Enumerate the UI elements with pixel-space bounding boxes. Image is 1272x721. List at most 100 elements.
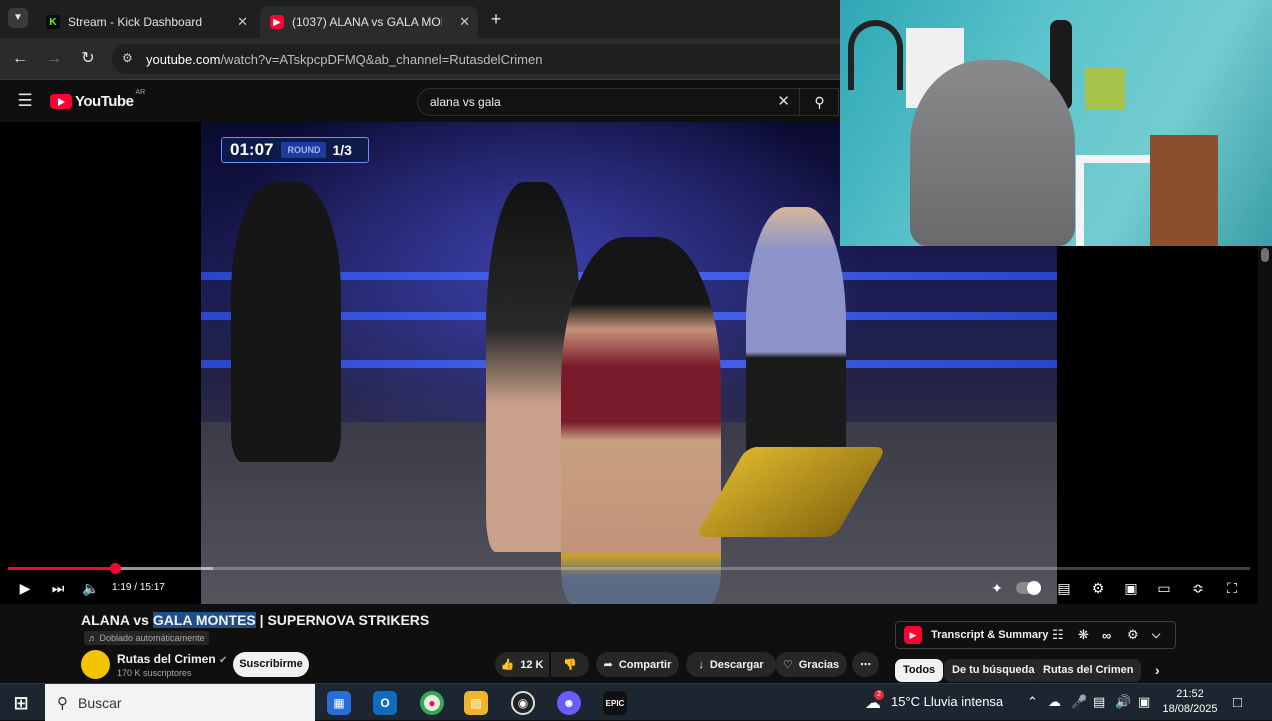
kick-logo-icon: K: [46, 15, 60, 29]
duration: 15:17: [139, 582, 165, 593]
share-button[interactable]: ➦ Compartir: [596, 652, 679, 677]
weather-text[interactable]: 15°C Lluvia intensa: [891, 694, 1003, 709]
epic-games-icon[interactable]: EPIC: [603, 691, 627, 715]
fullscreen-icon[interactable]: ⛶: [1222, 578, 1242, 598]
auto-dubbed-badge: ♬ Doblado automáticamente: [84, 631, 209, 645]
tab-search-chevron-icon[interactable]: ▼: [8, 8, 28, 28]
progress-bar[interactable]: [8, 563, 1250, 574]
chip-all[interactable]: Todos: [895, 659, 944, 682]
scrollbar-thumb[interactable]: [1261, 248, 1269, 262]
expand-chevron-icon[interactable]: ⌵: [1152, 629, 1160, 642]
youtube-wordmark: YouTube: [75, 93, 134, 110]
autoplay-toggle[interactable]: [1016, 581, 1041, 595]
channel-name[interactable]: Rutas del Crimen ✔: [117, 652, 227, 666]
subtitles-icon[interactable]: ▤: [1054, 578, 1074, 598]
chrome-icon[interactable]: ●: [420, 691, 444, 715]
download-arrow-icon: ↓: [698, 658, 704, 671]
tab-kick-dashboard[interactable]: K Stream - Kick Dashboard ✕: [36, 6, 256, 38]
search-magnifier-icon: ⚲: [57, 694, 68, 712]
round-count: 1/3: [332, 142, 352, 158]
extension-settings-icon[interactable]: ⚙: [1127, 627, 1139, 643]
video-title-highlight: GALA MONTES: [152, 612, 256, 628]
more-dots-icon: ⋯: [860, 659, 871, 671]
video-title: ALANA vs GALA MONTES | SUPERNOVA STRIKER…: [81, 612, 429, 628]
thanks-label: Gracias: [798, 658, 840, 671]
forward-arrow-icon[interactable]: →: [43, 48, 65, 70]
reload-icon[interactable]: ↻: [77, 48, 99, 70]
miniplayer-icon[interactable]: ▣: [1121, 578, 1141, 598]
next-video-icon[interactable]: ⏭: [48, 578, 68, 598]
taskbar-clock[interactable]: 21:52 18/08/2025: [1160, 687, 1220, 717]
round-clock: 01:07: [230, 140, 274, 159]
taskbar-search-input[interactable]: ⚲ Buscar: [45, 684, 315, 721]
file-explorer-icon[interactable]: ▧: [464, 691, 488, 715]
chip-channel[interactable]: Rutas del Crimen: [1035, 659, 1142, 682]
thanks-button[interactable]: ♡ Gracias: [775, 652, 847, 677]
cast-icon[interactable]: ≎: [1188, 578, 1208, 598]
back-arrow-icon[interactable]: ←: [9, 48, 31, 70]
discord-icon[interactable]: ☻: [557, 691, 581, 715]
download-button[interactable]: ↓ Descargar: [686, 652, 776, 677]
obs-icon[interactable]: ◉: [511, 691, 535, 715]
download-label: Descargar: [709, 658, 764, 671]
outlook-icon[interactable]: O: [373, 691, 397, 715]
search-magnifier-icon[interactable]: ⚲: [799, 88, 839, 116]
play-icon[interactable]: ▶: [15, 578, 35, 598]
url-path: /watch?v=ATskpcpDFMQ&ab_channel=Rutasdel…: [220, 51, 543, 67]
volume-icon[interactable]: 🔈: [81, 578, 101, 598]
youtube-home-logo[interactable]: YouTube AR: [50, 89, 145, 110]
like-button[interactable]: 👍 12 K: [495, 652, 549, 677]
menu-hamburger-icon[interactable]: ☰: [14, 90, 36, 112]
headphones-figure: [848, 20, 903, 90]
like-count: 12 K: [520, 658, 544, 671]
speaker-icon[interactable]: 🔊: [1115, 694, 1131, 710]
sparkle-ai-icon[interactable]: ✦: [987, 578, 1007, 598]
subscribe-button[interactable]: Suscribirme: [233, 652, 309, 677]
url-host: youtube.com: [146, 51, 221, 67]
onedrive-icon[interactable]: ☁: [1048, 694, 1061, 710]
page-scrollbar[interactable]: [1258, 246, 1272, 680]
channel-avatar[interactable]: [81, 650, 110, 679]
tray-expand-icon[interactable]: ⌃: [1027, 694, 1038, 710]
youtube-play-logo-icon: [50, 94, 72, 109]
search-query: alana vs gala: [430, 95, 501, 109]
subscriber-count: 170 K suscriptores: [117, 668, 192, 678]
fight-scoreboard: 01:07 ROUND 1/3: [221, 137, 369, 163]
site-settings-icon[interactable]: ⚙: [122, 51, 133, 65]
streamer-webcam-overlay: [840, 0, 1272, 246]
search-input[interactable]: alana vs gala ✕ ⚲: [417, 88, 839, 116]
notifications-icon[interactable]: □: [1233, 694, 1242, 711]
transcript-summary-extension[interactable]: ▶ Transcript & Summary ☷ ❋ ∞ ⚙ ⌵: [895, 621, 1176, 649]
share-arrow-icon: ➦: [603, 659, 613, 671]
windows-start-icon[interactable]: ⊞: [10, 692, 32, 714]
tab-title: Stream - Kick Dashboard: [68, 15, 203, 29]
more-actions-button[interactable]: ⋯: [852, 652, 879, 677]
chips-next-chevron-icon[interactable]: ›: [1147, 659, 1168, 682]
thanks-heart-icon: ♡: [782, 659, 793, 671]
network-icon[interactable]: ▤: [1093, 694, 1105, 710]
boxer-near-figure: [561, 237, 721, 604]
scrubber-handle[interactable]: [109, 563, 121, 574]
settings-gear-icon[interactable]: ⚙: [1088, 578, 1108, 598]
theater-mode-icon[interactable]: ▭: [1154, 578, 1174, 598]
streamer-figure: [910, 60, 1075, 246]
dubbed-label: Doblado automáticamente: [99, 633, 205, 643]
time-separator: /: [131, 582, 140, 593]
tab-title: (1037) ALANA vs GALA MONTES: [292, 15, 442, 29]
openai-icon[interactable]: ❋: [1078, 627, 1089, 643]
glasses-icon[interactable]: ∞: [1102, 628, 1111, 643]
microsoft-store-icon[interactable]: ▦: [327, 691, 351, 715]
tab-close-icon[interactable]: ✕: [237, 14, 248, 30]
tab-youtube-video[interactable]: ▶ (1037) ALANA vs GALA MONTES ✕: [260, 6, 478, 38]
thumbs-up-icon: 👍: [500, 659, 515, 671]
microphone-icon[interactable]: 🎤: [1071, 694, 1087, 710]
dislike-button[interactable]: 👎: [551, 652, 589, 677]
current-time: 1:19: [112, 582, 132, 593]
chip-from-search[interactable]: De tu búsqueda: [944, 659, 1043, 682]
tab-close-icon[interactable]: ✕: [459, 14, 470, 30]
battery-icon[interactable]: ▣: [1138, 694, 1150, 710]
clock-time: 21:52: [1176, 688, 1204, 700]
clear-search-icon[interactable]: ✕: [777, 89, 790, 115]
robot-icon[interactable]: ☷: [1052, 627, 1064, 643]
new-tab-plus-icon[interactable]: +: [485, 8, 507, 30]
